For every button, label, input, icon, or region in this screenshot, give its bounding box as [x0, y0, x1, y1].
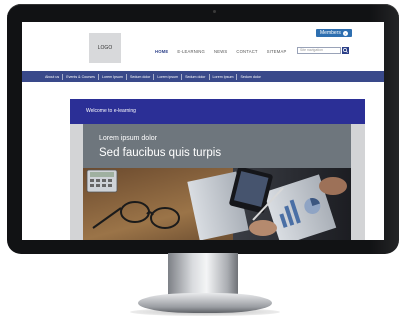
subnav-item-7[interactable]: Lorem Ipsum	[210, 73, 238, 80]
subnav-item-6[interactable]: Sedum dolor	[182, 73, 210, 80]
members-arrow-icon: ›	[342, 30, 348, 36]
members-label: Members	[320, 30, 341, 36]
search-icon	[343, 48, 348, 53]
nav-contact[interactable]: CONTACT	[236, 49, 257, 54]
search-button[interactable]	[342, 47, 349, 54]
monitor-stand-base	[138, 293, 272, 313]
hero-subtitle: Lorem ipsum dolor	[99, 135, 157, 142]
nav-e-learning[interactable]: E-LEARNING	[177, 49, 205, 54]
subnav-about-us[interactable]: About us	[42, 73, 64, 80]
calculator-icon	[86, 169, 118, 193]
webcam-dot	[213, 10, 216, 13]
logo-text: LOGO	[97, 45, 113, 51]
subnav-events-courses[interactable]: Events & Courses	[63, 73, 99, 80]
welcome-banner: Welcome to e-learning	[70, 99, 365, 124]
hero-photo	[83, 168, 351, 240]
members-button[interactable]: Members ›	[316, 29, 352, 37]
monitor-stand-neck	[168, 253, 238, 295]
monitor: Members › LOGO HOME E-LEARNING NEWS CONT…	[7, 4, 399, 254]
subnav-item-4[interactable]: Sedum dolor	[127, 73, 155, 80]
nav-sitemap[interactable]: SITEMAP	[267, 49, 287, 54]
nav-news[interactable]: NEWS	[214, 49, 227, 54]
subnav-item-5[interactable]: Lorem ipsum	[154, 73, 183, 80]
site-logo[interactable]: LOGO	[89, 33, 121, 63]
hero-title: Sed faucibus quis turpis	[99, 147, 222, 159]
office-desk-image	[83, 168, 351, 240]
nav-home[interactable]: HOME	[155, 49, 168, 54]
subnav-item-3[interactable]: Lorem Ipsum	[99, 73, 127, 80]
search-input[interactable]: Site navigation	[297, 47, 341, 54]
hero-panel	[83, 124, 351, 168]
secondary-nav: About us Events & Courses Lorem Ipsum Se…	[22, 71, 384, 82]
main-nav: HOME E-LEARNING NEWS CONTACT SITEMAP	[155, 49, 286, 54]
subnav-item-8[interactable]: Sedum dolor	[237, 74, 263, 80]
screen: Members › LOGO HOME E-LEARNING NEWS CONT…	[22, 22, 384, 240]
